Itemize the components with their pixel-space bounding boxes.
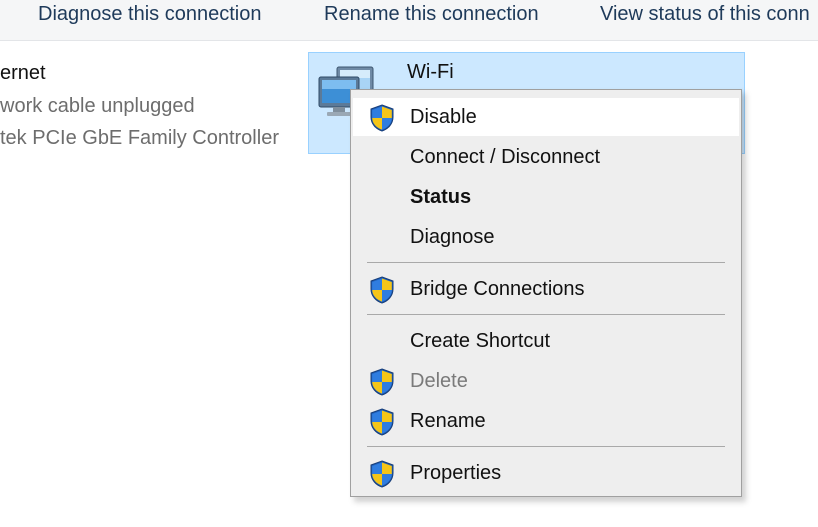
menu-item-status[interactable]: Status (353, 178, 739, 216)
menu-item-label: Properties (410, 462, 502, 484)
menu-item-create-shortcut[interactable]: Create Shortcut (353, 322, 739, 360)
menu-item-diagnose[interactable]: Diagnose (353, 218, 739, 256)
menu-separator (367, 314, 725, 315)
view-status-button[interactable]: View status of this conn (600, 2, 810, 26)
ethernet-name: ernet (0, 62, 46, 84)
menu-item-label: Delete (410, 370, 468, 392)
wifi-name: Wi-Fi (407, 61, 454, 83)
menu-item-label: Diagnose (410, 226, 495, 248)
menu-item-connect-disconnect[interactable]: Connect / Disconnect (353, 138, 739, 176)
menu-item-label: Status (410, 186, 472, 208)
command-bar: Diagnose this connection Rename this con… (0, 0, 818, 41)
menu-item-label: Bridge Connections (410, 278, 585, 300)
menu-separator (367, 446, 725, 447)
menu-item-rename[interactable]: Rename (353, 402, 739, 440)
context-menu: Disable Connect / Disconnect Status Diag… (350, 89, 742, 497)
menu-item-delete[interactable]: Delete (353, 362, 739, 400)
uac-shield-icon (370, 104, 394, 132)
diagnose-connection-button[interactable]: Diagnose this connection (38, 2, 261, 26)
menu-item-label: Rename (410, 410, 486, 432)
network-connections-window: Diagnose this connection Rename this con… (0, 0, 818, 527)
menu-item-disable[interactable]: Disable (353, 98, 739, 136)
rename-connection-button[interactable]: Rename this connection (324, 2, 539, 26)
uac-shield-icon (370, 276, 394, 304)
menu-item-label: Disable (410, 106, 477, 128)
menu-item-bridge-connections[interactable]: Bridge Connections (353, 270, 739, 308)
ethernet-status: work cable unplugged (0, 95, 195, 117)
uac-shield-icon (370, 368, 394, 396)
ethernet-device: tek PCIe GbE Family Controller (0, 127, 279, 149)
menu-item-label: Create Shortcut (410, 330, 551, 352)
menu-item-label: Connect / Disconnect (410, 146, 601, 168)
uac-shield-icon (370, 408, 394, 436)
menu-item-properties[interactable]: Properties (353, 454, 739, 492)
menu-separator (367, 262, 725, 263)
uac-shield-icon (370, 460, 394, 488)
